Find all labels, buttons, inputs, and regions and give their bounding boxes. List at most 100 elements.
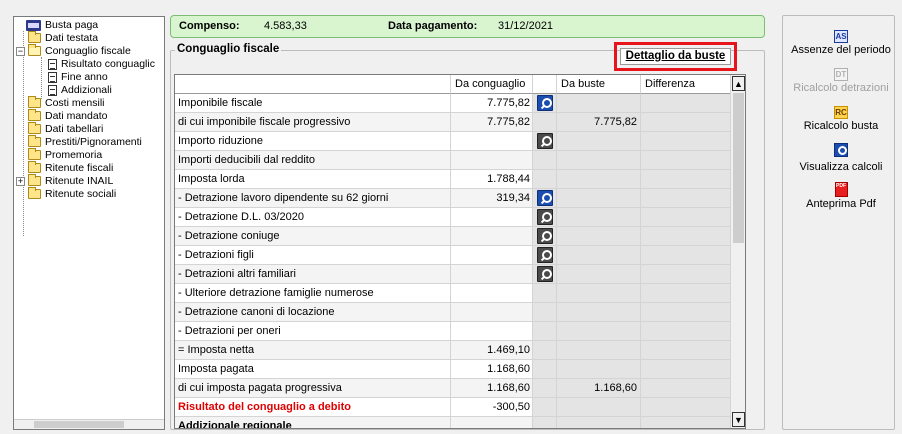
- differenza-cell: [641, 227, 731, 246]
- magnifier-icon[interactable]: [537, 209, 553, 225]
- da-buste-cell: [557, 94, 641, 113]
- scrollbar-thumb[interactable]: [34, 421, 124, 428]
- document-icon: [48, 58, 57, 70]
- data-pagamento-label: Data pagamento:: [388, 20, 478, 32]
- differenza-cell: [641, 265, 731, 284]
- expand-toggle[interactable]: +: [16, 177, 25, 186]
- da-conguaglio-cell: [451, 227, 533, 246]
- header-da-conguaglio[interactable]: Da conguaglio: [451, 75, 533, 94]
- table-row[interactable]: di cui imponibile fiscale progressivo 7.7…: [175, 113, 731, 132]
- table-row[interactable]: - Detrazione lavoro dipendente su 62 gio…: [175, 189, 731, 208]
- da-buste-cell: [557, 284, 641, 303]
- tree-item-costi-mensili[interactable]: Costi mensili: [28, 96, 105, 110]
- magnifier-icon[interactable]: [537, 95, 553, 111]
- table-row[interactable]: - Detrazione coniuge: [175, 227, 731, 246]
- detail-cell: [533, 246, 557, 265]
- book-icon: [26, 19, 41, 31]
- folder-icon: [28, 96, 41, 109]
- differenza-cell: [641, 246, 731, 265]
- differenza-cell: [641, 360, 731, 379]
- table-row[interactable]: - Detrazioni figli: [175, 246, 731, 265]
- da-conguaglio-cell: 7.775,82: [451, 94, 533, 113]
- da-buste-cell: [557, 341, 641, 360]
- da-buste-cell: [557, 227, 641, 246]
- table-row[interactable]: di cui imposta pagata progressiva 1.168,6…: [175, 379, 731, 398]
- row-label: di cui imposta pagata progressiva: [175, 379, 451, 398]
- differenza-cell: [641, 379, 731, 398]
- tree-item-fine-anno[interactable]: Fine anno: [48, 71, 108, 84]
- table-row[interactable]: - Detrazione canoni di locazione: [175, 303, 731, 322]
- table-row[interactable]: Imposta lorda 1.788,44: [175, 170, 731, 189]
- differenza-cell: [641, 132, 731, 151]
- tree-horizontal-scrollbar[interactable]: [14, 419, 164, 429]
- da-buste-cell: 7.775,82: [557, 113, 641, 132]
- tree-line: [23, 31, 24, 236]
- header-da-buste[interactable]: Da buste: [557, 75, 641, 94]
- header-differenza[interactable]: Differenza: [641, 75, 731, 94]
- scrollbar-thumb[interactable]: [733, 93, 744, 243]
- table-row[interactable]: = Imposta netta 1.469,10: [175, 341, 731, 360]
- magnifier-icon[interactable]: [537, 190, 553, 206]
- conguaglio-grid: Da conguaglio Da buste Differenza Imponi…: [174, 74, 746, 429]
- tree-item-conguaglio-fiscale[interactable]: Conguaglio fiscale: [28, 44, 131, 58]
- tree-item-prestiti-pignoramenti[interactable]: Prestiti/Pignoramenti: [28, 135, 142, 149]
- magnifier-icon: [834, 143, 848, 157]
- detail-cell: [533, 341, 557, 360]
- tree-item-dati-tabellari[interactable]: Dati tabellari: [28, 122, 103, 136]
- table-row[interactable]: Importo riduzione: [175, 132, 731, 151]
- detail-cell: [533, 360, 557, 379]
- magnifier-icon[interactable]: [537, 247, 553, 263]
- table-row[interactable]: Risultato del conguaglio a debito -300,50: [175, 398, 731, 417]
- table-row[interactable]: - Detrazione D.L. 03/2020: [175, 208, 731, 227]
- folder-icon: [28, 109, 41, 122]
- da-conguaglio-cell: [451, 322, 533, 341]
- table-row[interactable]: Imponibile fiscale 7.775,82: [175, 94, 731, 113]
- dettaglio-da-buste-button[interactable]: Dettaglio da buste: [620, 48, 731, 65]
- magnifier-icon[interactable]: [537, 228, 553, 244]
- table-row[interactable]: - Ulteriore detrazione famiglie numerose: [175, 284, 731, 303]
- collapse-toggle[interactable]: −: [16, 47, 25, 56]
- assenze-del-periodo-button[interactable]: AS Assenze del periodo: [789, 30, 893, 56]
- da-buste-cell: [557, 246, 641, 265]
- dt-icon: DT: [834, 68, 848, 81]
- magnifier-icon[interactable]: [537, 133, 553, 149]
- tree-item-promemoria[interactable]: Promemoria: [28, 148, 102, 162]
- tree-item-ritenute-fiscali[interactable]: Ritenute fiscali: [28, 161, 113, 175]
- differenza-cell: [641, 417, 731, 428]
- magnifier-icon[interactable]: [537, 266, 553, 282]
- tree-item-dati-testata[interactable]: Dati testata: [28, 31, 98, 45]
- tree-item-ritenute-sociali[interactable]: Ritenute sociali: [28, 187, 116, 201]
- navigation-tree: Busta paga Dati testata − Conguaglio fis…: [13, 16, 165, 430]
- groupbox-title: Conguaglio fiscale: [175, 43, 282, 55]
- tree-item-ritenute-inail[interactable]: Ritenute INAIL: [28, 174, 113, 188]
- differenza-cell: [641, 94, 731, 113]
- grid-vertical-scrollbar[interactable]: ▲ ▼: [730, 75, 745, 428]
- da-buste-cell: [557, 170, 641, 189]
- detail-cell: [533, 284, 557, 303]
- table-row[interactable]: Imposta pagata 1.168,60: [175, 360, 731, 379]
- row-label: di cui imponibile fiscale progressivo: [175, 113, 451, 132]
- differenza-cell: [641, 208, 731, 227]
- row-label: - Ulteriore detrazione famiglie numerose: [175, 284, 451, 303]
- table-row[interactable]: Importi deducibili dal reddito: [175, 151, 731, 170]
- table-row[interactable]: - Detrazioni per oneri: [175, 322, 731, 341]
- detail-cell: [533, 227, 557, 246]
- compenso-value: 4.583,33: [264, 20, 307, 32]
- tree-item-risultato-conguaglio[interactable]: Risultato conguaglic: [48, 58, 155, 71]
- ricalcolo-busta-button[interactable]: RC Ricalcolo busta: [789, 106, 893, 132]
- table-row[interactable]: Addizionale regionale: [175, 417, 731, 428]
- ricalcolo-detrazioni-button[interactable]: DT Ricalcolo detrazioni: [789, 68, 893, 94]
- tree-item-busta-paga[interactable]: Busta paga: [26, 19, 98, 32]
- scroll-up-arrow-icon[interactable]: ▲: [732, 76, 745, 91]
- da-conguaglio-cell: 1.168,60: [451, 379, 533, 398]
- visualizza-calcoli-button[interactable]: Visualizza calcoli: [789, 143, 893, 173]
- detail-cell: [533, 113, 557, 132]
- row-label: - Detrazione canoni di locazione: [175, 303, 451, 322]
- detail-cell: [533, 94, 557, 113]
- table-row[interactable]: - Detrazioni altri familiari: [175, 265, 731, 284]
- detail-cell: [533, 170, 557, 189]
- tree-item-addizionali[interactable]: Addizionali: [48, 84, 112, 97]
- tree-item-dati-mandato[interactable]: Dati mandato: [28, 109, 107, 123]
- scroll-down-arrow-icon[interactable]: ▼: [732, 412, 745, 427]
- anteprima-pdf-button[interactable]: PDF Anteprima Pdf: [789, 178, 893, 210]
